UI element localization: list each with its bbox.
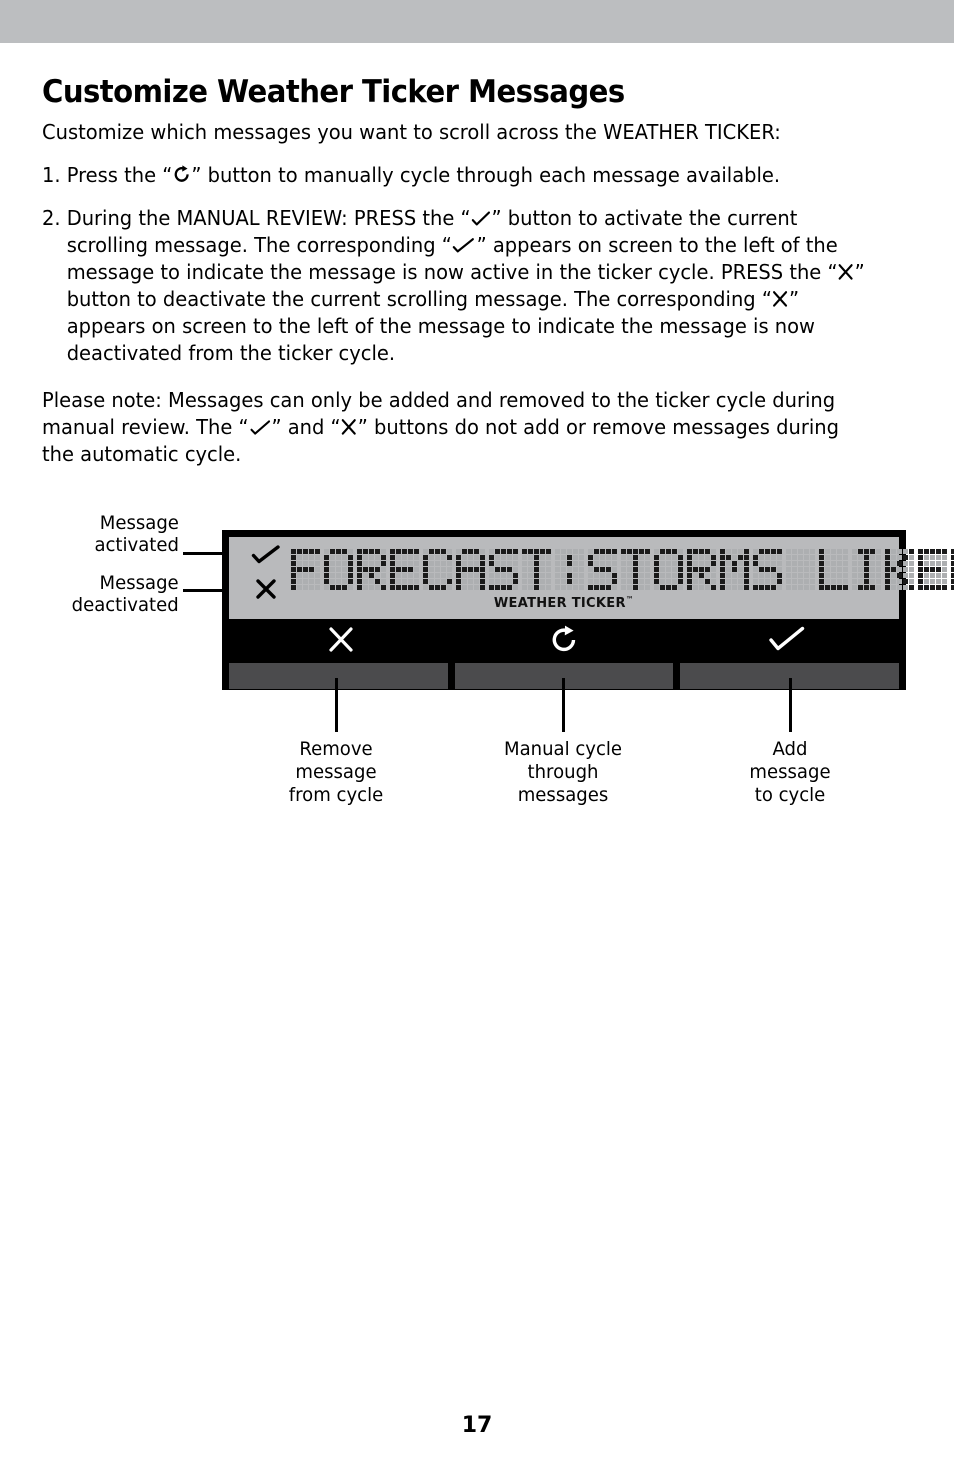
check-icon — [471, 211, 492, 227]
callout-cycle-line2: through — [527, 760, 599, 783]
trademark-mark: ™ — [625, 595, 635, 604]
intro-paragraph: Customize which messages you want to scr… — [42, 119, 781, 144]
lcd-matrix-char — [555, 549, 584, 590]
callout-manual-cycle: Manual cycle through messages — [459, 738, 668, 806]
step-2-segment-1: During the MANUAL REVIEW: PRESS the “ — [66, 205, 471, 230]
callout-add-message: Add message to cycle — [686, 738, 895, 806]
check-icon — [768, 626, 806, 657]
lcd-matrix-char — [885, 549, 914, 590]
lcd-screen: WEATHER TICKER™ — [229, 537, 954, 619]
lcd-matrix-char — [819, 549, 848, 590]
lcd-matrix-char — [456, 549, 485, 590]
callout-cycle-line1: Manual cycle — [504, 738, 622, 760]
callout-add-line1: Add — [772, 738, 808, 760]
cycle-icon — [172, 164, 191, 184]
lcd-matrix-char — [654, 549, 683, 590]
callout-remove-message: Remove message from cycle — [232, 738, 441, 806]
leader-line-remove — [335, 678, 338, 732]
lcd-matrix-char — [786, 549, 815, 590]
lcd-matrix-char — [687, 549, 716, 590]
callout-message-deactivated: Message deactivated — [72, 572, 179, 616]
lcd-matrix-char — [390, 549, 419, 590]
device-diagram: Message activated Message deactivated WE… — [0, 500, 954, 850]
page-content: Customize Weather Ticker Messages Custom… — [42, 76, 914, 484]
callout-cycle-line3: messages — [517, 783, 609, 806]
cycle-icon — [548, 623, 580, 660]
check-icon — [249, 420, 272, 436]
lcd-matrix-char — [423, 549, 452, 590]
callout-deactivated-line1: Message — [99, 572, 179, 594]
callout-add-line3: to cycle — [754, 783, 826, 806]
callout-remove-line2: message — [295, 760, 377, 783]
step-2: 2. During the MANUAL REVIEW: PRESS the “ … — [42, 205, 870, 367]
x-icon — [772, 290, 789, 308]
page-header-band — [0, 0, 954, 43]
lcd-matrix-char — [588, 549, 617, 590]
callout-remove-line3: from cycle — [288, 783, 384, 806]
remove-message-button[interactable] — [229, 663, 448, 689]
page-number: 17 — [461, 1413, 493, 1438]
lcd-matrix-char — [918, 549, 947, 590]
lcd-matrix-char — [720, 549, 749, 590]
lcd-matrix-char — [324, 549, 353, 590]
check-icon — [452, 237, 477, 254]
callout-activated-line2: activated — [94, 534, 179, 557]
key-icon-cell-remove — [229, 619, 452, 663]
lcd-brand-label: WEATHER TICKER™ — [229, 595, 899, 611]
device-key-icon-row — [229, 619, 899, 663]
step-1: 1. Press the “ ” button to manually cycle… — [42, 162, 870, 189]
step-1-text-before: Press the “ — [66, 162, 173, 187]
step-2-number: 2. — [42, 205, 61, 230]
step-1-number: 1. — [42, 162, 61, 187]
leader-line-cycle — [562, 678, 565, 732]
callout-add-line2: message — [749, 760, 831, 783]
check-icon — [251, 545, 281, 570]
x-icon — [838, 263, 855, 281]
leader-line-add — [789, 678, 792, 732]
callout-activated-line1: Message — [99, 512, 179, 534]
x-icon — [326, 624, 356, 659]
step-1-text-after: ” button to manually cycle through each … — [191, 162, 781, 187]
lcd-matrix-char — [852, 549, 881, 590]
callout-remove-line1: Remove — [299, 738, 373, 760]
lcd-matrix-char — [522, 549, 551, 590]
weather-ticker-device: WEATHER TICKER™ — [222, 530, 954, 690]
lcd-brand-text: WEATHER TICKER — [493, 596, 626, 611]
callout-message-activated: Message activated — [95, 512, 179, 556]
key-icon-cell-cycle — [452, 619, 675, 663]
lcd-matrix-char — [621, 549, 650, 590]
note-paragraph: Please note: Messages can only be added … — [42, 387, 870, 468]
lcd-matrix-char — [291, 549, 320, 590]
x-icon — [341, 418, 358, 436]
callout-deactivated-line2: deactivated — [71, 594, 179, 617]
note-segment-2: ” and “ — [271, 414, 341, 439]
lcd-dot-matrix-message — [291, 549, 954, 594]
page-title: Customize Weather Ticker Messages — [42, 74, 625, 110]
key-icon-cell-add — [676, 619, 899, 663]
lcd-matrix-char — [489, 549, 518, 590]
lcd-matrix-char — [753, 549, 782, 590]
lcd-matrix-char — [357, 549, 386, 590]
